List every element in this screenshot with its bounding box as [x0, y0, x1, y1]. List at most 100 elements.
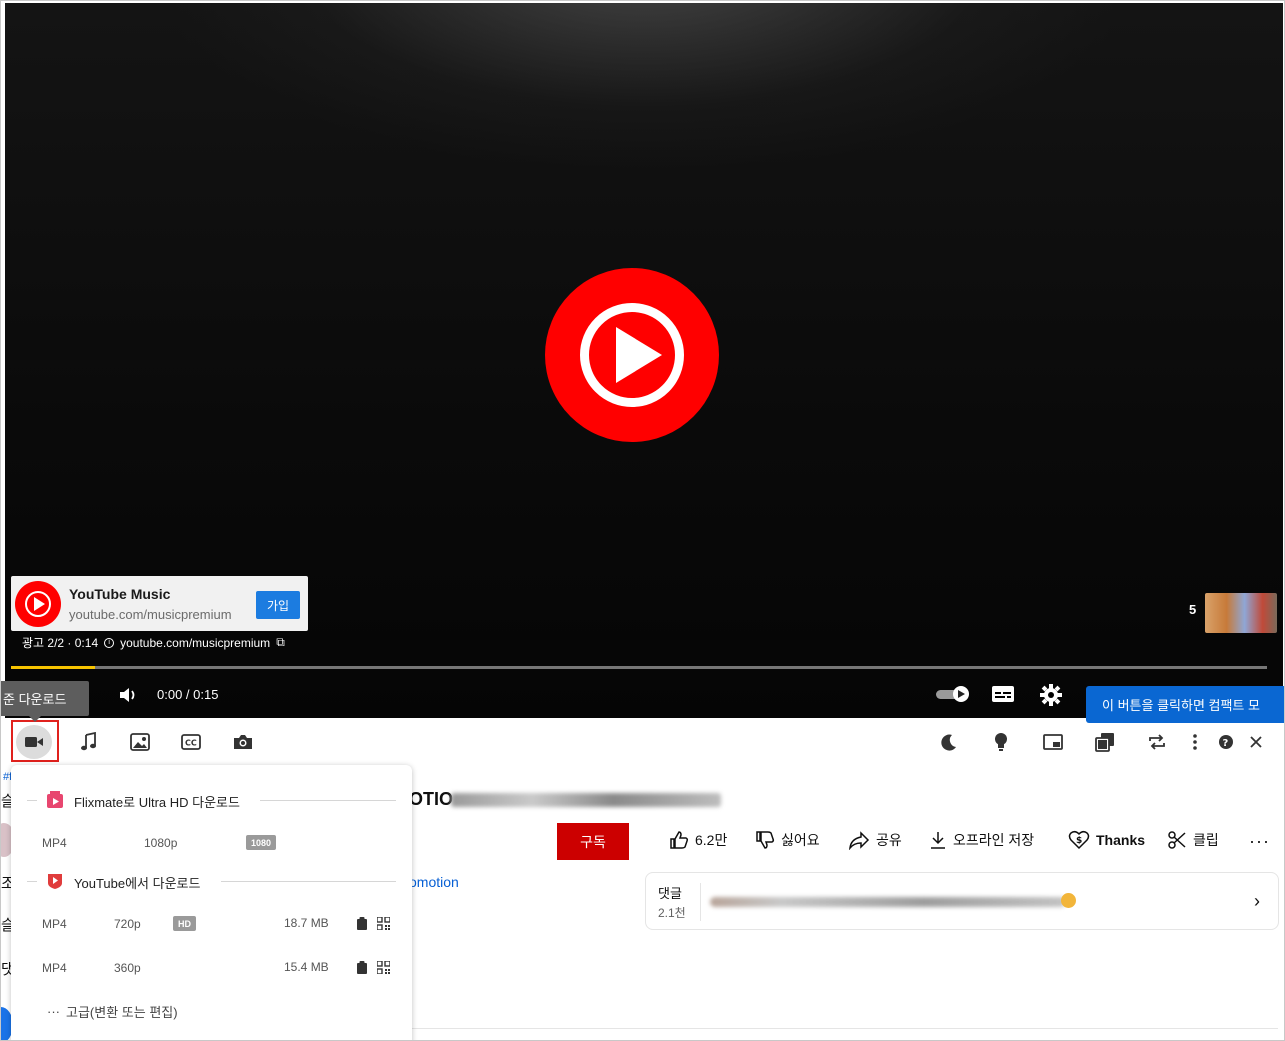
youtube-music-logo	[545, 268, 719, 442]
thumbs-up-icon	[670, 831, 689, 849]
video-player[interactable]: YouTube Music youtube.com/musicpremium 가…	[5, 3, 1283, 718]
video-camera-icon	[25, 737, 43, 747]
download-icon	[931, 832, 945, 849]
quality-label: 1080p	[144, 836, 178, 850]
download-option-360p[interactable]: MP4 360p 15.4 MB	[11, 953, 412, 983]
qr-code-icon[interactable]	[377, 961, 390, 974]
svg-text:CC: CC	[185, 739, 197, 748]
ad-card[interactable]: YouTube Music youtube.com/musicpremium 가…	[11, 576, 308, 631]
ad-countdown: 5	[1189, 602, 1197, 617]
divider	[412, 1028, 1278, 1029]
comments-count: 2.1천	[658, 906, 686, 920]
video-title: OTIO	[409, 789, 453, 809]
format-label: MP4	[42, 836, 67, 850]
autoplay-toggle[interactable]	[935, 685, 971, 703]
clipboard-icon[interactable]	[356, 961, 368, 974]
repeat-icon[interactable]	[1146, 731, 1168, 753]
progress-bar[interactable]	[11, 666, 1267, 669]
blurred-comment	[710, 897, 1066, 907]
chevron-right-icon[interactable]: ›	[1254, 891, 1260, 912]
clip-label: 클립	[1193, 832, 1219, 848]
youtube-section-header: YouTube에서 다운로드	[11, 870, 412, 892]
download-option-720p[interactable]: MP4 720p HD 18.7 MB	[11, 909, 412, 939]
info-icon[interactable]: i	[104, 637, 115, 648]
format-label: MP4	[42, 961, 67, 975]
progress-fill	[11, 666, 96, 669]
like-count: 6.2만	[695, 832, 728, 848]
quality-label: 360p	[114, 961, 141, 975]
youtube-download-label: YouTube에서 다운로드	[74, 876, 201, 891]
picture-in-picture-icon[interactable]	[1042, 731, 1064, 753]
more-vertical-icon[interactable]	[1184, 731, 1206, 753]
video-download-button[interactable]	[16, 725, 52, 759]
format-label: MP4	[42, 917, 67, 931]
flixmate-icon	[47, 791, 63, 808]
clip-button[interactable]: 클립	[1167, 829, 1219, 851]
svg-text:$: $	[1076, 836, 1082, 846]
heart-dollar-icon: $	[1068, 830, 1090, 850]
emoji-icon	[1061, 893, 1076, 908]
thanks-label: Thanks	[1096, 832, 1146, 848]
flixmate-label: Flixmate로 Ultra HD 다운로드	[74, 795, 240, 810]
like-button[interactable]: 6.2만	[669, 829, 727, 851]
ad-meta: 광고 2/2 · 0:14 i youtube.com/musicpremium…	[22, 634, 285, 651]
image-icon[interactable]	[129, 731, 151, 753]
share-icon	[849, 831, 870, 850]
thumbs-down-icon	[756, 831, 775, 849]
subtitles-icon[interactable]	[991, 684, 1015, 704]
quality-badge: 1080	[246, 835, 277, 850]
clipboard-icon[interactable]	[356, 917, 368, 930]
ad-join-button[interactable]: 가입	[256, 591, 300, 619]
ad-url: youtube.com/musicpremium	[69, 607, 232, 622]
hd-badge: HD	[173, 916, 196, 931]
svg-text:?: ?	[1223, 738, 1229, 749]
download-menu: Flixmate로 Ultra HD 다운로드 MP4 1080p 1080 Y…	[11, 765, 412, 1040]
scissors-icon	[1168, 831, 1186, 849]
volume-icon[interactable]	[118, 686, 138, 704]
dislike-button[interactable]: 싫어요	[755, 829, 820, 851]
music-note-icon[interactable]	[78, 731, 100, 753]
compact-mode-tooltip: 이 버튼을 클릭하면 컴팩트 모	[1086, 686, 1284, 723]
ad-meta-url[interactable]: youtube.com/musicpremium	[120, 636, 270, 650]
file-size: 15.4 MB	[284, 960, 329, 974]
download-option-1080p[interactable]: MP4 1080p 1080	[11, 828, 412, 858]
quality-label: 720p	[114, 917, 141, 931]
file-size: 18.7 MB	[284, 916, 329, 930]
ad-title: YouTube Music	[69, 586, 171, 602]
camera-icon[interactable]	[232, 731, 254, 753]
blurred-title	[451, 793, 721, 807]
more-actions-button[interactable]: ···	[1249, 831, 1270, 852]
next-video-thumbnail[interactable]	[1205, 593, 1277, 633]
more-horizontal-icon: ···	[47, 1004, 60, 1019]
external-link-icon: ⧉	[276, 635, 285, 649]
offline-label: 오프라인 저장	[953, 832, 1035, 848]
qr-code-icon[interactable]	[377, 917, 390, 930]
settings-icon[interactable]	[1039, 683, 1063, 707]
copy-window-icon[interactable]	[1094, 731, 1116, 753]
ad-position: 광고 2/2 · 0:14	[22, 636, 99, 650]
divider	[700, 883, 701, 921]
help-icon[interactable]: ?	[1215, 731, 1237, 753]
cc-icon[interactable]: CC	[180, 731, 202, 753]
flixmate-section-header: Flixmate로 Ultra HD 다운로드	[11, 789, 412, 811]
comments-teaser[interactable]: 댓글 2.1천 ›	[645, 872, 1279, 930]
time-display: 0:00 / 0:15	[157, 687, 219, 702]
offline-save-button[interactable]: 오프라인 저장	[929, 829, 1034, 851]
thanks-button[interactable]: $ Thanks	[1068, 829, 1145, 851]
comments-label: 댓글	[658, 886, 682, 901]
browser-viewport: YouTube Music youtube.com/musicpremium 가…	[0, 0, 1285, 1041]
advanced-label: 고급(변환 또는 편집)	[66, 1005, 178, 1020]
standard-download-tooltip: 준 다운로드	[1, 681, 89, 722]
subscribe-button[interactable]: 구독	[557, 823, 629, 860]
dislike-label: 싫어요	[781, 832, 820, 848]
promotion-link[interactable]: omotion	[409, 874, 459, 890]
lightbulb-icon[interactable]	[990, 731, 1012, 753]
youtube-download-icon	[48, 874, 62, 889]
downloader-toolbar: CC ?	[1, 719, 1284, 765]
advanced-options-button[interactable]: ··· 고급(변환 또는 편집)	[47, 1002, 178, 1021]
share-button[interactable]: 공유	[848, 829, 902, 851]
close-icon[interactable]	[1245, 731, 1267, 753]
moon-icon[interactable]	[938, 731, 960, 753]
youtube-music-small-logo	[15, 581, 61, 627]
share-label: 공유	[876, 832, 902, 848]
